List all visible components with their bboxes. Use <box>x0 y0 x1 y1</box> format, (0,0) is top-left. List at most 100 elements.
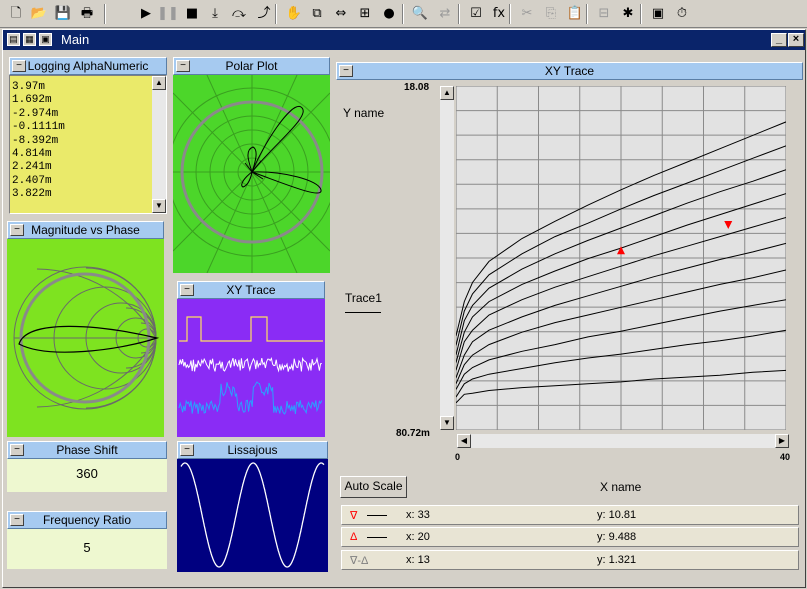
debug-icon[interactable]: ✱ <box>617 3 639 25</box>
xy-trace-panel-header: − XY Trace <box>336 62 803 80</box>
window-panel-icon[interactable]: ▦ <box>23 33 36 46</box>
copy-block-icon[interactable]: ⧉ <box>306 3 328 25</box>
cursor-2-symbol: Δ <box>350 531 358 543</box>
function-icon[interactable]: fx <box>488 3 510 25</box>
log-line: 1.692m <box>12 94 52 107</box>
cursor-row-1[interactable]: ∇ x: 33 y: 10.81 <box>341 505 799 525</box>
cursor-1-line <box>367 515 387 516</box>
frequency-ratio-title: Frequency Ratio <box>42 513 132 527</box>
step-over-icon[interactable]: ⤼ <box>228 3 250 25</box>
xy-trace-title: XY Trace <box>544 64 595 78</box>
magnitude-smith-chart <box>7 239 164 437</box>
cursor-2-y: y: 9.488 <box>597 531 637 543</box>
globe-icon[interactable]: ● <box>378 3 400 25</box>
toolbar-separator <box>640 4 642 24</box>
pause-icon[interactable]: ❚❚ <box>157 3 179 25</box>
new-file-icon[interactable]: 🗋 <box>5 3 27 25</box>
polar-panel-header: − Polar Plot <box>173 57 330 75</box>
step-into-icon[interactable]: ⤓ <box>204 3 226 25</box>
logging-scrollbar[interactable]: ▲ ▼ <box>152 76 166 213</box>
x-scroll-right-icon[interactable]: ▶ <box>775 434 789 448</box>
magnitude-title: Magnitude vs Phase <box>31 223 140 237</box>
cursor-row-diff[interactable]: ∇-Δ x: 13 y: 1.321 <box>341 550 799 570</box>
step-out-icon[interactable]: ⤴ <box>253 3 275 25</box>
cursor-1-x: x: 33 <box>406 509 430 521</box>
replace-icon[interactable]: ⇄ <box>434 3 456 25</box>
polar-minimize-button[interactable]: − <box>176 60 190 72</box>
toolbar-separator <box>586 4 588 24</box>
cursor-diff-x: x: 13 <box>406 554 430 566</box>
log-line: -0.1111m <box>12 121 65 134</box>
stop-icon[interactable]: ■ <box>181 3 203 25</box>
close-button[interactable]: × <box>788 33 804 47</box>
polar-title: Polar Plot <box>225 59 278 73</box>
logging-title: Logging AlphaNumeric <box>27 59 149 73</box>
properties-icon[interactable]: ☑ <box>465 3 487 25</box>
logging-list: 3.97m 1.692m -2.974m -0.1111m -8.392m 4.814m 2… <box>12 81 65 202</box>
lissajous-minimize-button[interactable]: − <box>180 444 194 456</box>
x-scrollbar[interactable]: ◀ ▶ <box>457 434 789 448</box>
window-title: Main <box>61 32 90 47</box>
log-line: 3.822m <box>12 188 52 201</box>
auto-scale-button[interactable]: Auto Scale <box>340 476 407 498</box>
cut-icon[interactable]: ✂ <box>516 3 538 25</box>
timer-icon[interactable]: ⏱ <box>671 3 693 25</box>
find-icon[interactable]: 🔍 <box>409 3 431 25</box>
minimize-button[interactable]: _ <box>771 33 787 47</box>
copy-icon[interactable]: ⎘ <box>540 3 562 25</box>
align-icon[interactable]: ⊟ <box>593 3 615 25</box>
cursor-diff-y: y: 1.321 <box>597 554 637 566</box>
y-scroll-down-icon[interactable]: ▼ <box>440 416 454 430</box>
x-axis-name: X name <box>600 480 642 494</box>
main-window-title-bar: ▤ ▦ ▣ Main _ × <box>3 30 805 50</box>
y-min-label: 80.72m <box>396 428 430 439</box>
lissajous-title: Lissajous <box>227 443 278 457</box>
phase-shift-title: Phase Shift <box>56 443 118 457</box>
trace-legend-label: Trace1 <box>345 291 382 305</box>
log-line: 3.97m <box>12 81 46 93</box>
hand-icon[interactable]: ✋ <box>283 3 305 25</box>
open-folder-icon[interactable]: 📂 <box>28 3 50 25</box>
cursor-1-y: y: 10.81 <box>597 509 637 521</box>
window-tile-icon[interactable]: ▣ <box>39 33 52 46</box>
x-scroll-left-icon[interactable]: ◀ <box>457 434 471 448</box>
logging-panel: 3.97m 1.692m -2.974m -0.1111m -8.392m 4.814m 2… <box>9 75 167 214</box>
y-scrollbar[interactable]: ▲ ▼ <box>440 86 454 430</box>
toolbar-separator <box>104 4 106 24</box>
toolbar-separator <box>402 4 404 24</box>
scroll-down-icon[interactable]: ▼ <box>152 199 166 213</box>
cursor-row-2[interactable]: Δ x: 20 y: 9.488 <box>341 527 799 547</box>
window-menu-icon[interactable]: ▤ <box>7 33 20 46</box>
cursor-2-line <box>367 537 387 538</box>
magnitude-minimize-button[interactable]: − <box>10 224 24 236</box>
toolbar-separator <box>509 4 511 24</box>
panel-icon[interactable]: ▣ <box>647 3 669 25</box>
frequency-ratio-minimize-button[interactable]: − <box>10 514 24 526</box>
xy-small-panel-header: − XY Trace <box>177 281 325 299</box>
scroll-up-icon[interactable]: ▲ <box>152 76 166 90</box>
toolbar: 🗋 📂 💾 🖶 ▶ ❚❚ ■ ⤓ ⤼ ⤴ ✋ ⧉ ⇔ ⊞ ● 🔍 ⇄ ☑ fx ✂ ⎘ 📋 ⊟ ✱ ▣ ⏱ <box>0 0 807 28</box>
phase-shift-panel-header: − Phase Shift <box>7 441 167 459</box>
xy-small-title: XY Trace <box>226 283 276 297</box>
lissajous-panel-header: − Lissajous <box>177 441 328 459</box>
log-line: 2.407m <box>12 174 52 187</box>
log-line: -8.392m <box>12 134 59 147</box>
save-icon[interactable]: 💾 <box>52 3 74 25</box>
xy-trace-minimize-button[interactable]: − <box>339 65 353 77</box>
phase-shift-minimize-button[interactable]: − <box>10 444 24 456</box>
y-scroll-up-icon[interactable]: ▲ <box>440 86 454 100</box>
y-max-label: 18.08 <box>404 82 430 93</box>
cursor-1-symbol: ∇ <box>350 510 358 522</box>
xy-small-minimize-button[interactable]: − <box>180 284 194 296</box>
x-min-label: 0 <box>455 452 461 462</box>
component-icon[interactable]: ⊞ <box>354 3 376 25</box>
frequency-ratio-panel-header: − Frequency Ratio <box>7 511 167 529</box>
cursor-diff-symbol: ∇-Δ <box>350 555 369 567</box>
logging-minimize-button[interactable]: − <box>12 60 26 72</box>
cursor-2-x: x: 20 <box>406 531 430 543</box>
print-icon[interactable]: 🖶 <box>76 3 98 25</box>
run-icon[interactable]: ▶ <box>135 3 157 25</box>
paste-icon[interactable]: 📋 <box>564 3 586 25</box>
connect-icon[interactable]: ⇔ <box>330 3 352 25</box>
log-line: -2.974m <box>12 107 59 120</box>
